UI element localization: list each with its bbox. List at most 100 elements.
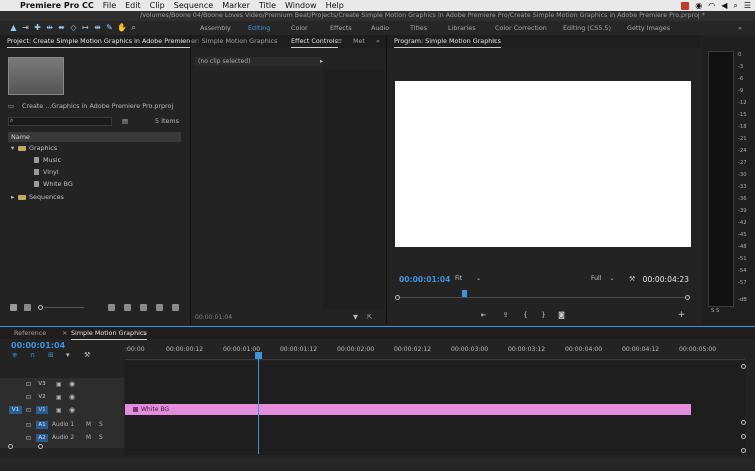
panel-menu-icon[interactable]: ≡ xyxy=(492,35,497,48)
list-item[interactable]: ▸ Sequences xyxy=(8,191,181,203)
expand-chevron-icon[interactable]: ▸ xyxy=(8,191,18,203)
list-item[interactable]: ▾ Graphics xyxy=(8,142,181,154)
track-label[interactable]: A1 xyxy=(36,421,48,429)
ripple-edit-tool-icon[interactable]: ✚ xyxy=(33,23,42,32)
in-point-handle[interactable] xyxy=(395,295,400,300)
horizontal-scroll-left-knob[interactable] xyxy=(8,444,13,449)
find-icon[interactable] xyxy=(124,304,131,311)
track-label[interactable]: V1 xyxy=(36,406,48,414)
workspace-assembly[interactable]: Assembly xyxy=(200,21,231,35)
workspace-audio[interactable]: Audio xyxy=(371,21,389,35)
list-view-icon[interactable] xyxy=(24,304,31,311)
lock-icon[interactable]: ⊡ xyxy=(26,419,31,432)
add-marker-icon[interactable]: ▾ xyxy=(66,351,70,359)
menu-sequence[interactable]: Sequence xyxy=(174,1,213,10)
panel-menu-icon[interactable]: ≡ xyxy=(142,327,147,340)
notification-list-icon[interactable]: ☰ xyxy=(744,1,751,10)
menu-title[interactable]: Title xyxy=(259,1,276,10)
tab-effect-controls[interactable]: Effect Controls xyxy=(291,35,338,48)
new-bin-button-icon[interactable] xyxy=(140,304,147,311)
go-to-in-icon[interactable]: { xyxy=(521,311,530,319)
close-tab-icon[interactable]: × xyxy=(62,327,67,340)
fit-dropdown[interactable]: Fit ⌄ xyxy=(455,275,481,282)
pen-tool-icon[interactable]: ✎ xyxy=(105,23,114,32)
add-button-icon[interactable]: + xyxy=(677,311,686,320)
track-label[interactable]: A2 xyxy=(36,434,48,442)
menu-file[interactable]: File xyxy=(103,1,116,10)
nest-sequence-icon[interactable]: ⎈ xyxy=(12,351,18,360)
filter-icon[interactable]: ▼ xyxy=(353,313,358,321)
rolling-edit-tool-icon[interactable]: ⇹ xyxy=(45,23,54,32)
panel-menu-icon[interactable]: ≡ xyxy=(337,35,342,48)
list-item[interactable]: White BG xyxy=(8,178,181,190)
workspace-color-correction[interactable]: Color Correction xyxy=(495,21,547,35)
eye-icon[interactable]: ◉ xyxy=(69,404,75,417)
menu-edit[interactable]: Edit xyxy=(125,1,141,10)
tab-source[interactable]: er: Simple Motion Graphics xyxy=(191,35,277,48)
eye-icon[interactable]: ◉ xyxy=(69,391,75,404)
mute-button[interactable]: M xyxy=(86,432,91,445)
workspace-editing-cs55[interactable]: Editing (CS5.5) xyxy=(563,21,611,35)
zoom-slider-knob[interactable] xyxy=(38,305,43,310)
workspace-color[interactable]: Color xyxy=(291,21,308,35)
timeline-settings-icon[interactable]: ⚒ xyxy=(84,351,90,359)
list-item[interactable]: Music xyxy=(8,154,181,166)
vertical-scroll-knob[interactable] xyxy=(741,420,746,425)
panel-overflow-icon[interactable]: » xyxy=(376,35,380,48)
out-point-handle[interactable] xyxy=(685,295,690,300)
solo-button[interactable]: S xyxy=(99,419,103,432)
sync-lock-icon[interactable]: ▣ xyxy=(56,391,62,404)
slide-tool-icon[interactable]: ⇼ xyxy=(93,23,102,32)
meter-solo-buttons[interactable]: S S xyxy=(711,308,719,314)
program-current-timecode[interactable]: 00:00:01:04 xyxy=(399,275,450,284)
resolution-dropdown[interactable]: Full ⌄ xyxy=(591,275,614,282)
new-item-icon[interactable] xyxy=(156,304,163,311)
solo-button[interactable]: S xyxy=(99,432,103,445)
lift-icon[interactable]: ⇤ xyxy=(479,311,488,319)
panel-overflow-icon[interactable]: » xyxy=(180,35,184,48)
project-search-input[interactable] xyxy=(8,117,112,126)
wifi-icon[interactable]: ◠ xyxy=(708,1,715,10)
sync-lock-icon[interactable]: ▣ xyxy=(56,378,62,391)
time-ruler[interactable]: :00:00 00:00:00:12 00:00:01:00 00:00:01:… xyxy=(125,340,745,360)
menu-marker[interactable]: Marker xyxy=(222,1,250,10)
rate-stretch-tool-icon[interactable]: ⬌ xyxy=(57,23,66,32)
workspace-editing[interactable]: Editing xyxy=(248,21,270,35)
razor-tool-icon[interactable]: ◇ xyxy=(69,23,78,32)
program-video-frame[interactable] xyxy=(395,81,691,247)
go-to-out-icon[interactable]: } xyxy=(539,311,548,319)
track-select-tool-icon[interactable]: ⇥ xyxy=(21,23,30,32)
menu-window[interactable]: Window xyxy=(285,1,317,10)
tab-project[interactable]: Project: Create Simple Motion Graphics i… xyxy=(7,35,193,48)
timeline-playhead-line[interactable] xyxy=(258,354,259,454)
vertical-scroll-knob[interactable] xyxy=(741,364,746,369)
track-label[interactable]: V3 xyxy=(36,380,48,388)
track-label[interactable]: V2 xyxy=(36,393,48,401)
export-frame-icon[interactable]: ⇱ xyxy=(367,313,372,321)
menu-clip[interactable]: Clip xyxy=(150,1,165,10)
menu-help[interactable]: Help xyxy=(326,1,344,10)
tab-metadata[interactable]: Met xyxy=(353,35,365,48)
hand-tool-icon[interactable]: ✋ xyxy=(117,23,127,32)
workspace-getty-images[interactable]: Getty Images xyxy=(627,21,670,35)
tab-program[interactable]: Program: Simple Motion Graphics xyxy=(394,35,501,48)
app-status-icon[interactable] xyxy=(681,1,690,10)
zoom-tool-icon[interactable]: ⌕ xyxy=(129,23,138,32)
list-item[interactable]: Vinyl xyxy=(8,166,181,178)
timeline-clip-white-bg[interactable]: White BG xyxy=(125,404,691,415)
volume-icon[interactable]: ◀ xyxy=(721,1,727,10)
linked-selection-icon[interactable]: ⊞ xyxy=(48,351,54,359)
menu-app-name[interactable]: Premiere Pro CC xyxy=(20,1,94,10)
vertical-scroll-knob[interactable] xyxy=(741,434,746,439)
lock-icon[interactable] xyxy=(10,304,17,311)
lock-icon[interactable]: ⊡ xyxy=(26,378,31,391)
lock-icon[interactable]: ⊡ xyxy=(26,432,31,445)
source-patch-v1[interactable]: V1 xyxy=(9,406,22,414)
sync-lock-icon[interactable]: ▣ xyxy=(56,404,62,417)
zoom-slider-track[interactable] xyxy=(44,307,84,308)
tab-reference[interactable]: Reference xyxy=(14,327,46,340)
workspace-libraries[interactable]: Libraries xyxy=(448,21,476,35)
expand-chevron-icon[interactable]: ▾ xyxy=(8,142,18,154)
timeline-timecode[interactable]: 00:00:01:04 xyxy=(11,341,65,350)
snap-icon[interactable]: ∩ xyxy=(30,351,35,359)
